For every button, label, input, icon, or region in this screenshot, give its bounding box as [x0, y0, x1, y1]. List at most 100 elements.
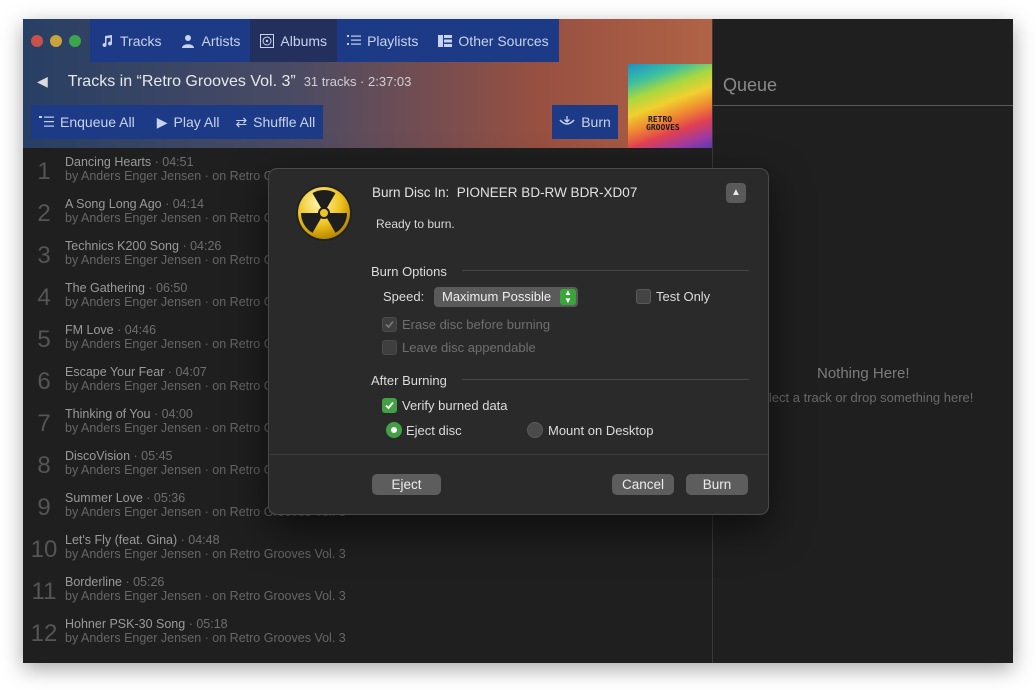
verify-checkbox[interactable] [382, 398, 397, 413]
burn-button[interactable]: Burn [686, 474, 748, 495]
burn-status: Ready to burn. [376, 217, 455, 231]
queue-divider [713, 105, 1013, 106]
track-title: Borderline [65, 575, 122, 589]
burn-header-button[interactable]: Burn [552, 105, 618, 139]
zoom-window-button[interactable] [69, 35, 81, 47]
track-number: 11 [31, 578, 57, 605]
track-subtitle: by Anders Enger Jensen · on Retro Groove… [65, 589, 346, 603]
checkmark-icon [385, 401, 394, 410]
track-duration: · 05:18 [185, 617, 228, 631]
section-divider [462, 379, 749, 380]
track-title-line: Escape Your Fear · 04:07 [65, 365, 207, 379]
chevron-up-icon: ▲ [731, 187, 741, 198]
eject-disc-label: Eject disc [406, 423, 462, 438]
tab-other-sources[interactable]: Other Sources [428, 19, 559, 62]
cancel-button[interactable]: Cancel [612, 474, 674, 495]
leave-appendable-checkbox[interactable] [382, 340, 397, 355]
track-title-line: FM Love · 04:46 [65, 323, 156, 337]
music-note-icon [102, 34, 113, 47]
track-number: 2 [37, 200, 51, 227]
track-title: FM Love [65, 323, 114, 337]
tab-label: Albums [280, 32, 328, 49]
burn-tray-icon [559, 116, 575, 125]
track-row[interactable]: 10 Let's Fly (feat. Gina) · 04:48 by Ander… [23, 526, 712, 568]
tab-label: Tracks [120, 32, 162, 49]
tab-artists[interactable]: Artists [171, 19, 251, 62]
mount-desktop-radio[interactable] [527, 422, 543, 438]
play-icon: ▶ [156, 113, 168, 130]
verify-label: Verify burned data [402, 398, 508, 413]
svg-text:GROOVES: GROOVES [646, 123, 680, 132]
track-duration: · 04:51 [151, 155, 194, 169]
track-title-line: Thinking of You · 04:00 [65, 407, 193, 421]
track-title: Let's Fly (feat. Gina) [65, 533, 178, 547]
collapse-button[interactable]: ▲ [726, 183, 746, 203]
track-duration: · 04:48 [177, 533, 220, 547]
track-number: 3 [37, 242, 51, 269]
track-duration: · 04:00 [150, 407, 193, 421]
track-title-line: The Gathering · 06:50 [65, 281, 187, 295]
track-row[interactable]: 11 Borderline · 05:26 by Anders Enger Jens… [23, 568, 712, 610]
speed-select[interactable]: Maximum Possible ▲ ▼ [434, 287, 578, 307]
erase-disc-label: Erase disc before burning [402, 317, 551, 332]
dialog-title: Burn Disc In: PIONEER BD-RW BDR-XD07 [372, 185, 637, 200]
eject-disc-radio[interactable] [386, 422, 402, 438]
album-cover-logo: RETRO GROOVES [646, 115, 680, 132]
section-divider [462, 270, 749, 271]
dialog-title-prefix: Burn Disc In: [372, 185, 450, 200]
track-subtitle: by Anders Enger Jensen · on Retro Groove… [65, 631, 346, 645]
tab-albums[interactable]: Albums [250, 19, 338, 62]
track-title-line: Summer Love · 05:36 [65, 491, 185, 505]
minimize-window-button[interactable] [50, 35, 62, 47]
after-burning-heading: After Burning [371, 373, 447, 388]
page-title: Tracks in “Retro Grooves Vol. 3” [67, 73, 296, 90]
track-row[interactable]: 12 Hohner PSK-30 Song · 05:18 by Anders En… [23, 610, 712, 652]
queue-title: Queue [723, 75, 778, 95]
radiation-hazard-icon [296, 185, 352, 241]
playlist-icon [347, 34, 362, 45]
track-title-line: Hohner PSK-30 Song · 05:18 [65, 617, 228, 631]
album-title-row: ◀ Tracks in “Retro Grooves Vol. 3” 31 tr… [37, 73, 411, 91]
queue-empty-title: Nothing Here! [817, 365, 910, 382]
track-duration: · 04:07 [164, 365, 207, 379]
track-number: 6 [37, 368, 51, 395]
play-all-label: Play All [173, 114, 220, 130]
dialog-footer-divider [269, 454, 768, 455]
track-title: Escape Your Fear [65, 365, 165, 379]
tab-playlists[interactable]: Playlists [337, 19, 429, 62]
track-number: 4 [37, 284, 51, 311]
speed-label: Speed: [383, 289, 425, 304]
sources-icon [438, 34, 453, 47]
burn-device-name: PIONEER BD-RW BDR-XD07 [456, 185, 638, 200]
tab-label: Other Sources [458, 32, 549, 49]
play-all-button[interactable]: ▶ Play All [149, 105, 228, 139]
track-title: The Gathering [65, 281, 145, 295]
track-title-line: Dancing Hearts · 04:51 [65, 155, 194, 169]
burn-options-heading: Burn Options [371, 264, 447, 279]
track-number: 9 [37, 494, 51, 521]
track-subtitle: by Anders Enger Jensen · on Retro Groove… [65, 547, 346, 561]
back-arrow-icon[interactable]: ◀ [37, 73, 48, 90]
enqueue-all-button[interactable]: Enqueue All [31, 105, 143, 139]
track-title: DiscoVision [65, 449, 131, 463]
erase-disc-checkbox[interactable] [382, 317, 397, 332]
track-duration: · 05:45 [130, 449, 173, 463]
person-icon [182, 34, 195, 48]
test-only-label: Test Only [656, 289, 711, 304]
shuffle-all-button[interactable]: ⇄ Shuffle All [227, 105, 323, 139]
track-title-line: Let's Fly (feat. Gina) · 04:48 [65, 533, 220, 547]
track-title: Summer Love [65, 491, 143, 505]
track-number: 7 [37, 410, 51, 437]
close-window-button[interactable] [31, 35, 43, 47]
track-title: A Song Long Ago [65, 197, 162, 211]
eject-button[interactable]: Eject [372, 474, 441, 495]
tab-tracks[interactable]: Tracks [90, 19, 172, 62]
burn-dialog: Burn Disc In: PIONEER BD-RW BDR-XD07 Rea… [268, 168, 769, 515]
speed-value: Maximum Possible [442, 289, 552, 304]
shuffle-icon: ⇄ [235, 113, 248, 130]
track-number: 1 [37, 158, 51, 185]
enqueue-all-label: Enqueue All [60, 114, 135, 130]
album-actions: Enqueue All ▶ Play All ⇄ Shuffle All [31, 105, 324, 139]
test-only-checkbox[interactable] [636, 289, 651, 304]
enqueue-icon [39, 116, 54, 127]
